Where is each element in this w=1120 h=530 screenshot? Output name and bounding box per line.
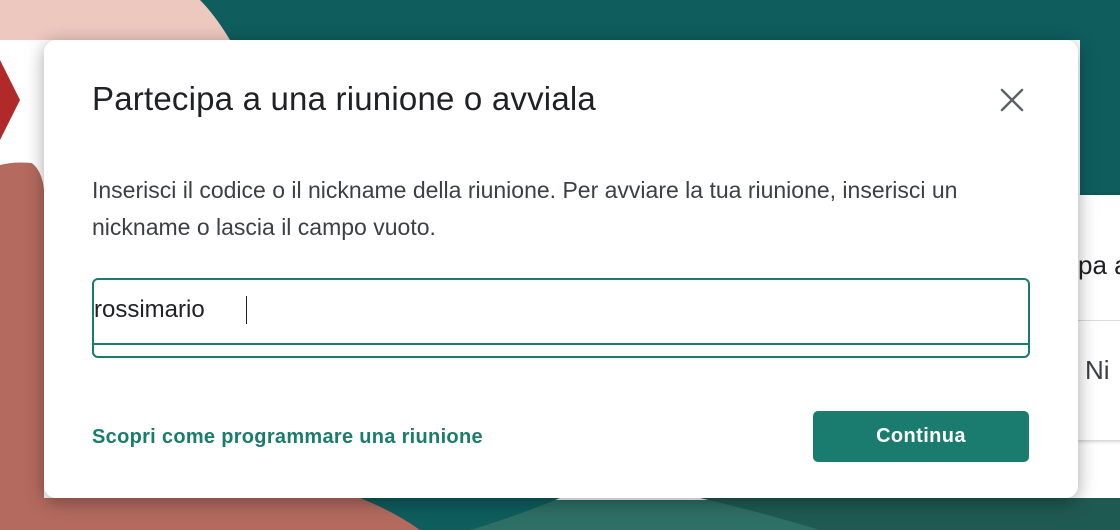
meeting-code-input[interactable] bbox=[94, 288, 974, 332]
close-button[interactable] bbox=[992, 80, 1032, 120]
input-underline bbox=[94, 343, 1028, 345]
meeting-code-field[interactable] bbox=[92, 278, 1030, 358]
close-icon bbox=[1000, 88, 1024, 112]
dialog-description: Inserisci il codice o il nickname della … bbox=[92, 177, 958, 240]
dialog-title: Partecipa a una riunione o avviala bbox=[92, 80, 596, 117]
join-meeting-dialog: Partecipa a una riunione o avviala Inser… bbox=[44, 40, 1078, 498]
background-text-bottom: Ni bbox=[1085, 355, 1110, 385]
background-text-top: pa a bbox=[1078, 250, 1120, 280]
learn-schedule-link[interactable]: Scopri come programmare una riunione bbox=[92, 426, 483, 449]
continue-button[interactable]: Continua bbox=[813, 411, 1029, 462]
text-caret bbox=[246, 296, 247, 324]
